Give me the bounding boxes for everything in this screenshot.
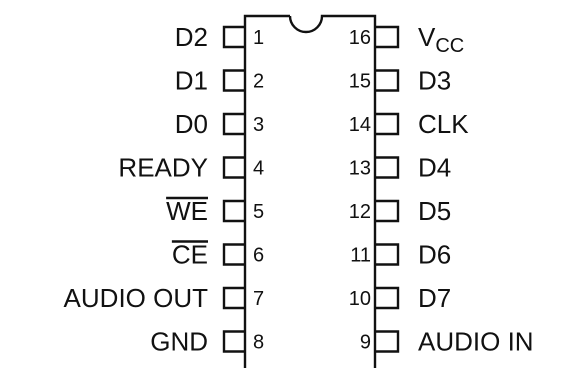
pin-label: D3: [418, 66, 451, 96]
pin-15: 15 D3: [349, 66, 452, 96]
pin-label: READY: [118, 153, 208, 183]
pin-12: 12 D5: [349, 196, 452, 226]
pin-lead-icon: [375, 286, 400, 310]
pin-number: 4: [253, 158, 264, 180]
right-pin-group: 16 VCC 15 D3 14 CLK 13 D4 12 D5 11 D6 10 D7 9 AUDIO IN: [349, 22, 534, 357]
pin-9: 9 AUDIO IN: [360, 327, 534, 357]
pin-label: D7: [418, 283, 451, 313]
pin-number: 8: [253, 332, 264, 354]
pin-number: 6: [253, 245, 264, 267]
pin-number: 13: [349, 158, 371, 180]
pin-lead-icon: [375, 25, 400, 49]
pin-8: 8 GND: [150, 327, 264, 357]
pin-number: 16: [349, 27, 371, 49]
pin-lead-icon: [375, 69, 400, 92]
pin-number: 11: [350, 245, 371, 267]
pin-label: AUDIO OUT: [64, 283, 209, 313]
pin-label-main: D3: [418, 66, 451, 96]
pin-lead-icon: [375, 330, 400, 353]
pin-16: 16 VCC: [349, 22, 464, 57]
pin-lead-icon: [375, 156, 400, 179]
pin-1: 1 D2: [175, 22, 264, 52]
pin-2: 2 D1: [175, 66, 264, 96]
pin-number: 10: [349, 288, 371, 310]
chip-body-outline: [243, 14, 377, 368]
left-pin-group: 1 D2 2 D1 3 D0 4 READY 5 WE 6 CE 7 AUDIO OUT 8 GND: [64, 22, 265, 357]
pin-label: D6: [418, 240, 451, 270]
pin-label: WE: [166, 196, 208, 226]
pin-13: 13 D4: [349, 153, 452, 183]
pin-14: 14 CLK: [349, 109, 469, 139]
pin-lead-icon: [222, 156, 245, 179]
pin-number: 3: [253, 114, 264, 136]
pin-lead-icon: [222, 25, 245, 49]
pin-label: CE: [172, 240, 208, 270]
pin-number: 12: [349, 201, 371, 223]
pin-lead-icon: [222, 112, 245, 136]
pin-lead-icon: [222, 69, 245, 92]
pin-label-subscript: CC: [435, 35, 464, 57]
pin-lead-icon: [375, 199, 400, 223]
pin-number: 9: [360, 332, 371, 354]
pin-label: CLK: [418, 109, 469, 139]
pin-label-main: D6: [418, 240, 451, 270]
pin-lead-icon: [222, 199, 245, 223]
pin-lead-icon: [222, 243, 245, 266]
pin-number: 2: [253, 71, 264, 93]
ic-pinout-diagram: 1D22D13D04READY5WE6CE7AUDIO OUT8GND 16 VC…: [64, 14, 534, 368]
pin-label-main: D7: [418, 283, 451, 313]
pin-number: 15: [349, 71, 371, 93]
pin-number: 1: [253, 27, 264, 49]
pin-3: 3 D0: [175, 109, 264, 139]
pin-label: VCC: [418, 22, 464, 57]
pin-label: GND: [150, 327, 208, 357]
pin-lead-icon: [222, 330, 245, 353]
pin-label: AUDIO IN: [418, 327, 534, 357]
pin-label-main: CLK: [418, 109, 469, 139]
pin-number: 7: [253, 288, 264, 310]
pin-label-main: D5: [418, 196, 451, 226]
pin-label: D0: [175, 109, 208, 139]
pin-10: 10 D7: [349, 283, 452, 313]
pin-label-main: V: [418, 22, 436, 52]
pin-11: 11 D6: [350, 240, 451, 270]
pin-number: 14: [349, 114, 371, 136]
pin-label: D1: [175, 66, 208, 96]
pin-label: D2: [175, 22, 208, 52]
pin-lead-icon: [222, 286, 245, 310]
pin-lead-icon: [375, 112, 400, 136]
pin-number: 5: [253, 201, 264, 223]
pin-7: 7 AUDIO OUT: [64, 283, 265, 313]
pin-label-main: AUDIO IN: [418, 327, 534, 357]
pin-lead-icon: [375, 243, 400, 266]
pin-4: 4 READY: [118, 153, 264, 183]
pin-label: D4: [418, 153, 451, 183]
pin-label-main: D4: [418, 153, 451, 183]
pin-label: D5: [418, 196, 451, 226]
pin-5: 5 WE: [166, 196, 264, 226]
pin-6: 6 CE: [171, 240, 264, 270]
